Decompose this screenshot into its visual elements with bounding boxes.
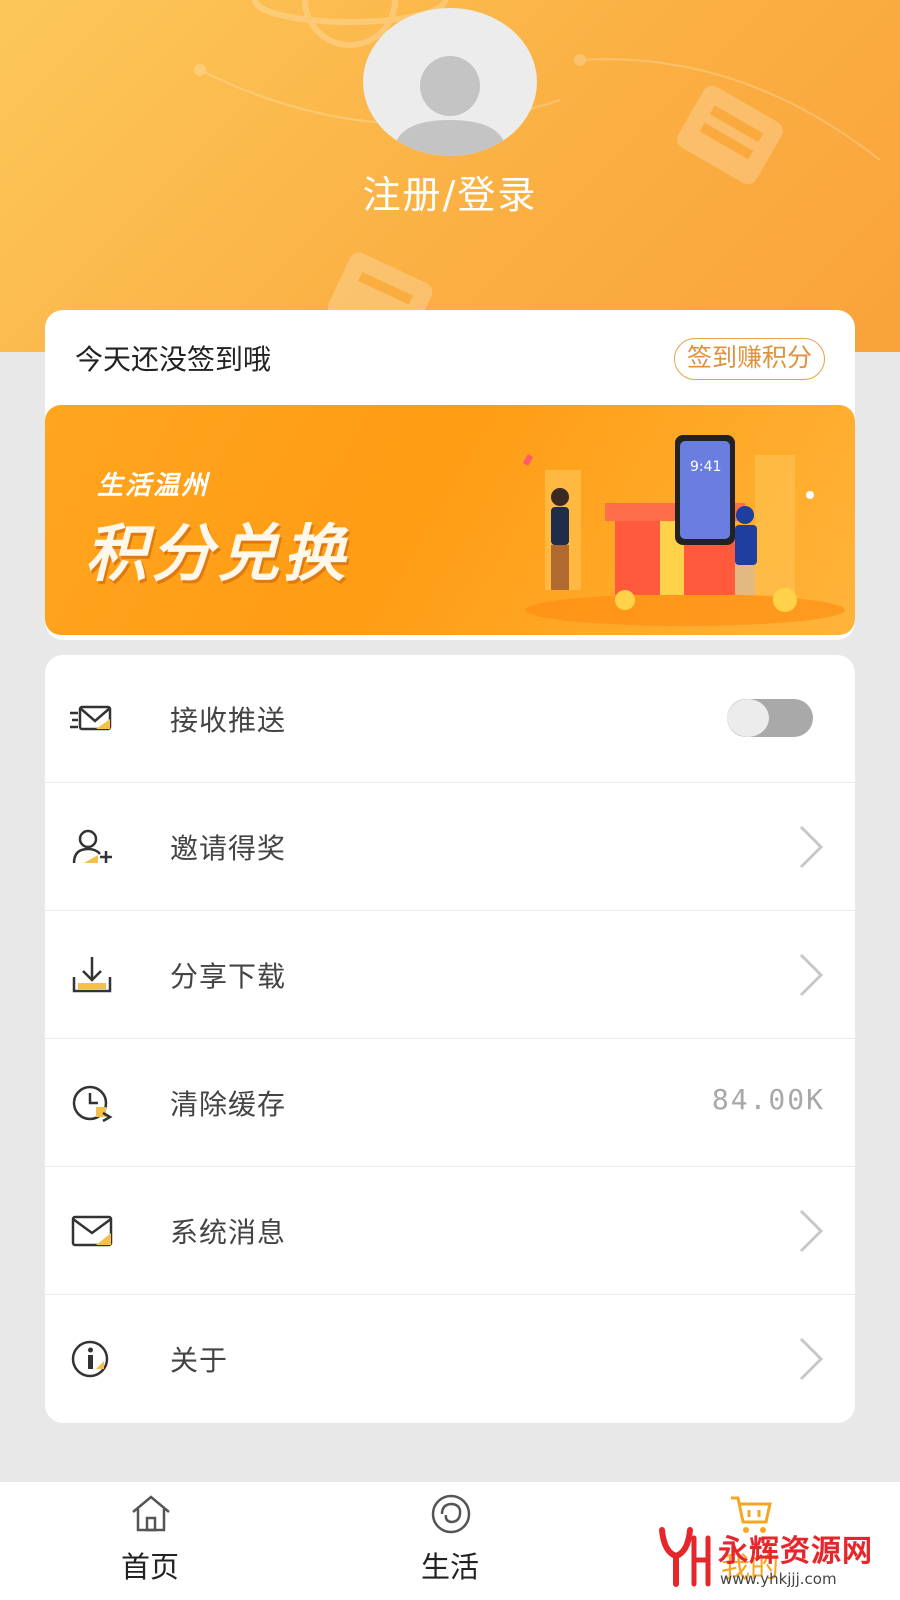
menu-item-share-download[interactable]: 分享下载 xyxy=(45,911,855,1039)
cache-size-value: 84.00K xyxy=(711,1083,825,1116)
push-toggle-switch[interactable] xyxy=(727,699,813,737)
tab-label: 首页 xyxy=(120,1550,179,1584)
banner-title: 积分兑换 xyxy=(85,517,350,590)
add-user-icon xyxy=(72,829,112,864)
gift-phone-illustration: 9:41 xyxy=(522,435,845,626)
user-placeholder-icon xyxy=(393,56,507,156)
menu-item-label: 分享下载 xyxy=(170,960,287,993)
points-exchange-banner[interactable]: 生活温州 积分兑换 9:41 xyxy=(45,405,855,635)
watermark-text: 永辉资源网 xyxy=(718,1534,873,1569)
menu-item-label: 邀请得奖 xyxy=(170,832,287,865)
banner-subtitle: 生活温州 xyxy=(97,471,210,501)
menu-item-system-messages[interactable]: 系统消息 xyxy=(45,1167,855,1295)
menu-item-about[interactable]: 关于 xyxy=(45,1295,855,1423)
watermark-url: www.yhkjjj.com xyxy=(720,1570,837,1588)
menu-item-clear-cache[interactable]: 清除缓存 84.00K xyxy=(45,1039,855,1167)
svg-text:9:41: 9:41 xyxy=(690,459,721,475)
chevron-right-icon xyxy=(799,825,824,869)
chevron-right-icon xyxy=(799,953,824,997)
signin-earn-points-button[interactable]: 签到赚积分 xyxy=(673,338,825,380)
signin-status-text: 今天还没签到哦 xyxy=(75,343,272,376)
site-watermark: 永辉资源网 www.yhkjjj.com xyxy=(654,1520,894,1598)
mail-icon xyxy=(71,1215,113,1247)
envelope-fast-icon xyxy=(70,705,112,731)
tab-life[interactable]: 生活 xyxy=(370,1482,530,1600)
menu-item-invite-reward[interactable]: 邀请得奖 xyxy=(45,783,855,911)
download-icon xyxy=(72,957,112,993)
menu-item-label: 接收推送 xyxy=(170,704,287,737)
login-register-link[interactable]: 注册/登录 xyxy=(0,164,900,219)
avatar[interactable] xyxy=(363,8,537,156)
life-swirl-icon xyxy=(431,1494,471,1534)
tab-label: 生活 xyxy=(420,1550,479,1584)
watermark-logo-icon xyxy=(659,1527,711,1587)
settings-menu: 接收推送 邀请得奖 分享下载 清除缓存 84.00K 系统消息 关于 xyxy=(45,655,855,1423)
toggle-knob xyxy=(727,699,769,737)
tab-home[interactable]: 首页 xyxy=(70,1482,230,1600)
menu-item-label: 系统消息 xyxy=(170,1216,287,1249)
menu-item-label: 关于 xyxy=(170,1344,229,1377)
info-icon xyxy=(71,1340,109,1378)
profile-header: 注册/登录 xyxy=(0,0,900,352)
menu-item-label: 清除缓存 xyxy=(170,1088,287,1121)
home-icon xyxy=(132,1495,170,1532)
chevron-right-icon xyxy=(799,1209,824,1253)
signin-card: 今天还没签到哦 签到赚积分 生活温州 积分兑换 9:41 xyxy=(45,310,855,640)
menu-item-receive-push[interactable]: 接收推送 xyxy=(45,655,855,783)
chevron-right-icon xyxy=(799,1337,824,1381)
clock-icon xyxy=(72,1085,113,1123)
